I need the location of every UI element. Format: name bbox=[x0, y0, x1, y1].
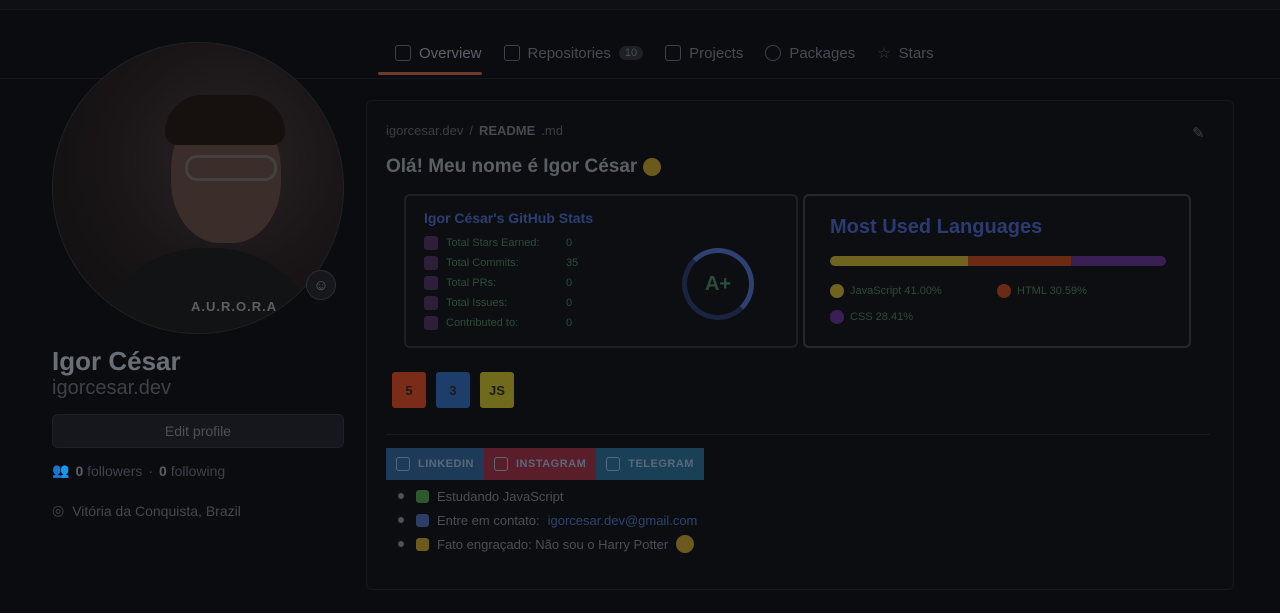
stat-row: Total Commits: 35 bbox=[424, 256, 578, 270]
avatar[interactable]: A.U.R.O.R.A bbox=[52, 42, 344, 334]
tab-stars[interactable]: ☆ Stars bbox=[866, 40, 944, 66]
smile-emoji-icon bbox=[643, 158, 662, 176]
top-bar bbox=[0, 0, 1280, 10]
commit-stat-icon bbox=[424, 256, 438, 270]
language-dot bbox=[830, 284, 844, 298]
profile-tabs: Overview Repositories 10 Projects Packag… bbox=[384, 40, 945, 66]
star-stat-icon bbox=[424, 236, 438, 250]
instagram-badge[interactable]: INSTAGRAM bbox=[483, 448, 597, 480]
instagram-icon bbox=[493, 457, 508, 471]
tab-repositories[interactable]: Repositories 10 bbox=[493, 40, 655, 66]
tab-packages[interactable]: Packages bbox=[754, 40, 866, 66]
shirt-text: A.U.R.O.R.A bbox=[191, 299, 278, 314]
social-badges: LINKEDIN INSTAGRAM TELEGRAM bbox=[386, 448, 704, 480]
telegram-icon bbox=[606, 457, 621, 471]
book-icon bbox=[395, 45, 411, 61]
issue-stat-icon bbox=[424, 296, 438, 310]
edit-readme-pencil-icon[interactable]: ✎ bbox=[1192, 124, 1205, 142]
contrib-stat-icon bbox=[424, 316, 438, 330]
language-dot bbox=[830, 310, 844, 324]
css3-icon: 3 bbox=[436, 372, 470, 408]
profile-name: Igor César bbox=[52, 346, 181, 376]
language-item: JavaScript 41.00% bbox=[830, 284, 942, 298]
languages-title: Most Used Languages bbox=[830, 216, 1043, 238]
tab-overview[interactable]: Overview bbox=[384, 40, 493, 66]
list-item: Fato engraçado: Não sou o Harry Potter bbox=[398, 532, 697, 556]
pr-stat-icon bbox=[424, 276, 438, 290]
lightning-icon bbox=[416, 537, 429, 551]
location-pin-icon: ◎ bbox=[52, 502, 65, 518]
profile-username: igorcesar.dev bbox=[52, 377, 171, 399]
following-link[interactable]: 0 following bbox=[159, 463, 225, 479]
linkedin-badge[interactable]: LINKEDIN bbox=[386, 448, 484, 480]
readme-bullets: Estudando JavaScript Entre em contato: ig… bbox=[398, 484, 697, 556]
language-item: CSS 28.41% bbox=[830, 310, 913, 324]
language-bar-segment bbox=[967, 256, 1071, 266]
table-icon bbox=[665, 45, 682, 61]
repo-count-badge: 10 bbox=[618, 46, 644, 60]
language-item: HTML 30.59% bbox=[997, 284, 1087, 298]
avatar-glasses bbox=[185, 155, 277, 181]
repo-icon bbox=[503, 45, 520, 61]
avatar-hair bbox=[165, 95, 285, 145]
tech-icons-row: 5 3 JS bbox=[392, 372, 514, 408]
mail-icon bbox=[416, 513, 429, 527]
email-link[interactable]: igorcesar.dev@gmail.com bbox=[548, 513, 698, 528]
edit-profile-button[interactable]: Edit profile bbox=[52, 414, 344, 448]
readme-greeting: Olá! Meu nome é Igor César bbox=[386, 156, 662, 178]
follow-stats: 👥 0 followers · 0 following bbox=[52, 462, 226, 479]
javascript-icon: JS bbox=[480, 372, 514, 408]
most-used-languages-card: Most Used Languages JavaScript 41.00% HT… bbox=[803, 194, 1191, 348]
stats-title: Igor César's GitHub Stats bbox=[424, 210, 594, 226]
location: ◎ Vitória da Conquista, Brazil bbox=[52, 502, 241, 519]
active-tab-indicator bbox=[378, 72, 482, 75]
list-item: Entre em contato: igorcesar.dev@gmail.com bbox=[398, 508, 697, 532]
list-item: Estudando JavaScript bbox=[398, 484, 697, 508]
smile-emoji-icon bbox=[676, 535, 695, 553]
languages-bar bbox=[830, 256, 1166, 266]
stat-row: Total Issues: 0 bbox=[424, 296, 572, 310]
smiley-icon: ☺ bbox=[313, 276, 329, 294]
language-dot bbox=[997, 284, 1011, 298]
stat-row: Total Stars Earned: 0 bbox=[424, 236, 572, 250]
stat-row: Contributed to: 0 bbox=[424, 316, 572, 330]
package-icon bbox=[765, 45, 782, 61]
readme-path: igorcesar.dev / README .md bbox=[386, 123, 563, 138]
readme-divider bbox=[386, 434, 1210, 435]
check-icon bbox=[416, 489, 429, 503]
stat-row: Total PRs: 0 bbox=[424, 276, 572, 290]
language-bar-segment bbox=[1070, 256, 1166, 266]
language-bar-segment bbox=[830, 256, 968, 266]
telegram-badge[interactable]: TELEGRAM bbox=[596, 448, 704, 480]
tab-projects[interactable]: Projects bbox=[654, 40, 754, 66]
followers-link[interactable]: 0 followers bbox=[75, 463, 142, 479]
people-icon: 👥 bbox=[52, 462, 70, 478]
set-status-button[interactable]: ☺ bbox=[306, 270, 336, 300]
location-text: Vitória da Conquista, Brazil bbox=[72, 502, 241, 519]
github-stats-card: Igor César's GitHub Stats Total Stars Ea… bbox=[404, 194, 798, 348]
linkedin-icon bbox=[396, 457, 410, 471]
star-icon: ☆ bbox=[877, 45, 891, 62]
html5-icon: 5 bbox=[392, 372, 426, 408]
avatar-shirt bbox=[93, 248, 323, 333]
rank-ring: A+ bbox=[682, 248, 754, 320]
